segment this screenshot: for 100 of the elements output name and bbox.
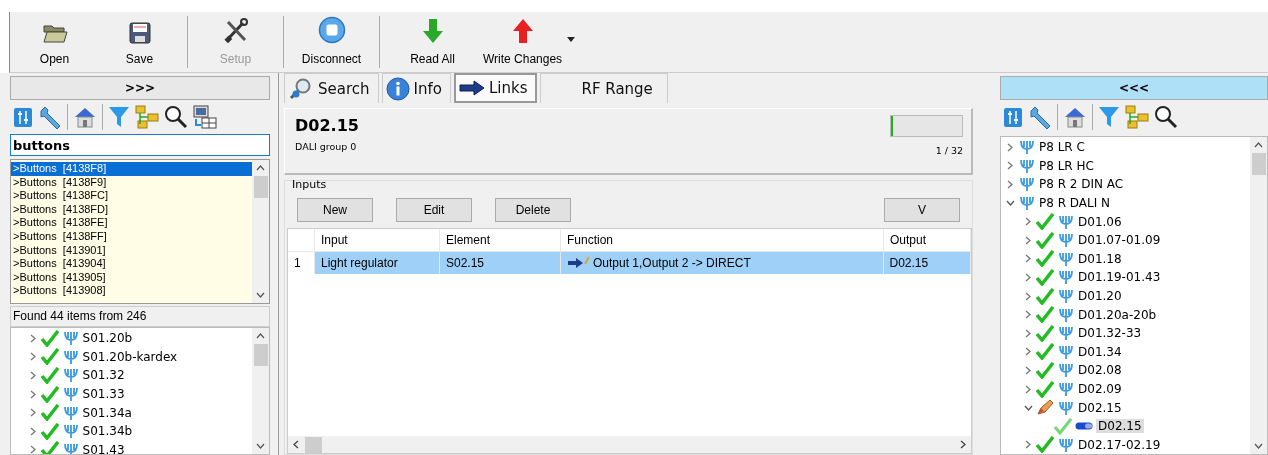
tree-item[interactable]: D02.15 (1096, 419, 1144, 434)
collapse-chevron-icon[interactable] (1005, 200, 1015, 207)
tree-item[interactable]: P8 R 2 DIN AC (1037, 177, 1126, 192)
toolbar-button[interactable]: Save (97, 12, 182, 72)
list-item[interactable]: >Buttons [413908] (11, 284, 252, 298)
tree-item[interactable]: D02.15 (1076, 400, 1124, 415)
tree-item[interactable]: D02.08 (1076, 363, 1124, 378)
tree-item[interactable]: S01.34b (80, 424, 135, 439)
scroll-thumb[interactable] (305, 436, 322, 453)
scrollbar[interactable] (1250, 137, 1267, 454)
tree-item[interactable]: D01.20a-20b (1076, 307, 1159, 322)
expand-chevron-icon[interactable] (1023, 291, 1033, 301)
hierarchy-icon[interactable] (1125, 105, 1149, 129)
expand-chevron-icon[interactable] (1023, 254, 1033, 264)
tree-item[interactable]: S01.33 (80, 387, 127, 402)
tree-item[interactable]: D02.09 (1076, 382, 1124, 396)
wrench-icon[interactable] (1028, 105, 1052, 129)
push-button[interactable]: Delete (495, 198, 571, 222)
tab[interactable]: Links (453, 73, 538, 103)
scrollbar[interactable] (288, 436, 971, 453)
tree-item[interactable]: P8 LR C (1037, 140, 1087, 155)
expand-chevron-icon[interactable] (1023, 328, 1033, 338)
tree-item[interactable]: D02.17-02.19 (1076, 437, 1163, 452)
tree-item[interactable]: S01.34a (80, 405, 134, 420)
collapse-chevron-icon[interactable] (1023, 404, 1033, 411)
wrench-icon[interactable] (38, 105, 62, 129)
filter-icon[interactable] (108, 105, 130, 129)
column-header[interactable]: Function (560, 229, 884, 252)
sliders-icon[interactable] (1003, 106, 1023, 128)
scroll-down-icon[interactable] (256, 443, 265, 449)
expand-chevron-icon[interactable] (1005, 161, 1015, 171)
scroll-down-icon[interactable] (256, 292, 265, 298)
table-row[interactable]: 1 Light regulator S02.15 Output 1,Output 2 -> DIRECT D02.15 (288, 251, 971, 274)
tree-item[interactable]: D01.06 (1076, 214, 1124, 229)
tree-item[interactable]: D01.19-01.43 (1076, 270, 1163, 285)
expand-chevron-icon[interactable] (1005, 142, 1015, 152)
expand-chevron-icon[interactable] (1023, 384, 1033, 394)
list-item[interactable]: >Buttons [4138F8] (11, 162, 252, 176)
push-button[interactable]: V (884, 198, 960, 222)
filter-icon[interactable] (1098, 105, 1120, 129)
scrollbar[interactable] (252, 328, 269, 454)
scrollbar[interactable] (252, 160, 269, 303)
dropdown-caret-icon[interactable] (567, 35, 575, 43)
scroll-up-icon[interactable] (256, 333, 265, 339)
list-item[interactable]: >Buttons [413905] (11, 270, 252, 285)
tab[interactable]: Search (284, 73, 379, 103)
house-icon[interactable] (73, 106, 97, 128)
tab[interactable]: RF Range (540, 73, 668, 103)
list-item[interactable]: >Buttons [4138FC] (11, 189, 252, 203)
column-header[interactable]: Element (439, 229, 561, 252)
tree-item[interactable]: D01.18 (1076, 251, 1124, 266)
tab[interactable]: Info (381, 73, 451, 103)
magnifier-icon[interactable] (164, 105, 188, 129)
search-field[interactable]: buttons (10, 134, 270, 156)
magnifier-icon[interactable] (1154, 105, 1178, 129)
scroll-right-icon[interactable] (960, 440, 966, 449)
toolbar-button[interactable]: Open (12, 12, 97, 72)
push-button[interactable]: New (297, 198, 373, 222)
scroll-thumb[interactable] (253, 176, 268, 198)
tree-item[interactable]: D01.07-01.09 (1076, 233, 1163, 248)
tree-item[interactable]: S01.43 (80, 442, 127, 454)
house-icon[interactable] (1063, 106, 1087, 128)
panel-toggle-button[interactable]: >>> (10, 76, 270, 100)
tree-item[interactable]: P8 LR HC (1037, 158, 1096, 173)
tree-item[interactable]: D01.32-33 (1076, 326, 1144, 341)
expand-chevron-icon[interactable] (1005, 180, 1015, 189)
sliders-icon[interactable] (13, 106, 33, 128)
push-button[interactable]: Edit (396, 198, 472, 222)
list-item[interactable]: >Buttons [4138F9] (11, 175, 252, 190)
toolbar-button[interactable]: Read All (385, 12, 480, 72)
scroll-thumb[interactable] (1251, 153, 1266, 175)
expand-chevron-icon[interactable] (1023, 440, 1033, 450)
column-header[interactable]: Output (883, 229, 971, 252)
expand-chevron-icon[interactable] (1023, 310, 1033, 320)
panel-toggle-button[interactable]: <<< (1000, 76, 1268, 100)
tree-item[interactable]: D01.20 (1076, 289, 1124, 304)
list-item[interactable]: >Buttons [413901] (11, 243, 252, 258)
toolbar-button[interactable]: Write Changes (480, 12, 565, 72)
scroll-left-icon[interactable] (293, 440, 299, 449)
tree-item[interactable]: S01.20b-kardex (80, 349, 180, 364)
hierarchy-icon[interactable] (135, 105, 159, 129)
scroll-up-icon[interactable] (256, 165, 265, 171)
tree-item[interactable]: S01.32 (80, 368, 127, 383)
expand-chevron-icon[interactable] (1023, 235, 1033, 245)
expand-chevron-icon[interactable] (1023, 217, 1033, 227)
toolbar-button[interactable]: Disconnect (289, 12, 374, 72)
scroll-down-icon[interactable] (1254, 443, 1263, 449)
tree-item[interactable]: P8 R DALI N (1037, 196, 1113, 211)
tree-item[interactable]: S01.20b (80, 331, 135, 346)
list-item[interactable]: >Buttons [4138FE] (11, 216, 252, 230)
list-item[interactable]: >Buttons [413904] (11, 257, 252, 271)
expand-chevron-icon[interactable] (1023, 347, 1033, 357)
monitor-grid-icon[interactable] (193, 105, 217, 129)
expand-chevron-icon[interactable] (1023, 365, 1033, 375)
column-header[interactable]: Input (314, 229, 440, 252)
tree-item[interactable]: D01.34 (1076, 344, 1124, 359)
list-item[interactable]: >Buttons [4138FF] (11, 229, 252, 244)
expand-chevron-icon[interactable] (1023, 272, 1033, 282)
scroll-thumb[interactable] (253, 344, 268, 366)
scroll-up-icon[interactable] (1254, 142, 1263, 148)
